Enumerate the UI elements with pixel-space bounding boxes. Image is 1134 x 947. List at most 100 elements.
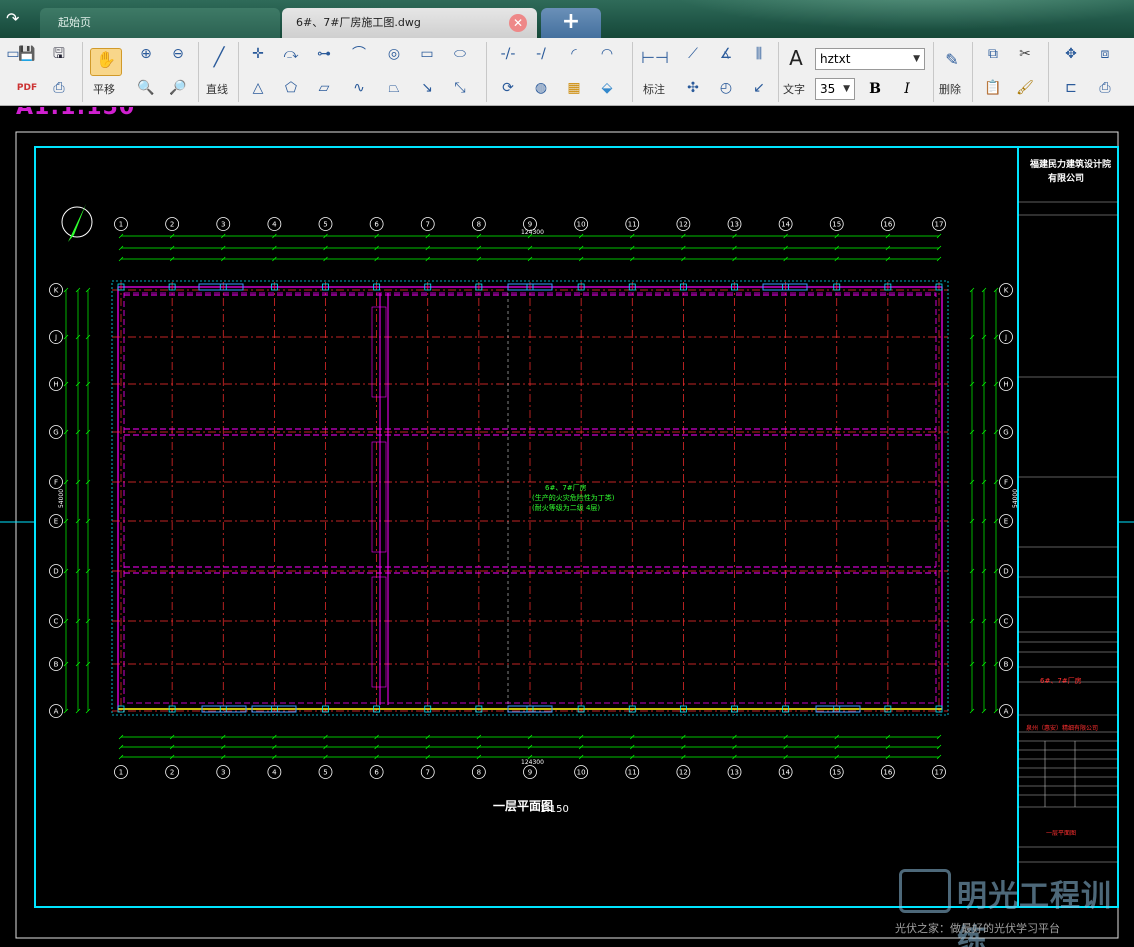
separator	[632, 42, 633, 102]
export-pdf-icon[interactable]: PDF	[14, 76, 40, 100]
save-as-icon[interactable]: 🖫	[46, 42, 72, 66]
pan-icon[interactable]: ✋	[90, 48, 122, 76]
fill-icon[interactable]: ⬙	[594, 76, 620, 100]
line-icon[interactable]: ╱	[206, 46, 232, 70]
grid-bubble-label: 17	[935, 221, 944, 229]
bold-button[interactable]: B	[862, 77, 888, 101]
grid-bubble-label: 9	[528, 221, 532, 229]
leader-icon[interactable]: ↙	[746, 76, 772, 100]
grid-bubbles: 1122334455667788991010111112121313141415…	[49, 217, 1013, 779]
chevron-down-icon: ▼	[913, 54, 920, 64]
stretch-icon[interactable]: ⊏	[1058, 76, 1084, 100]
grid-bubble-label: 14	[781, 221, 790, 229]
owner-name: 泉州（惠安）精细有限公司	[1026, 725, 1099, 732]
redo-icon[interactable]: ↷	[6, 10, 24, 28]
font-select-value: hztxt	[820, 52, 851, 66]
grid-bubble-label: C	[54, 618, 59, 626]
ellipse-icon[interactable]: ⬭	[447, 42, 473, 66]
separator	[972, 42, 973, 102]
zoom-in-icon[interactable]: ⊕	[133, 42, 159, 66]
separator	[933, 42, 934, 102]
ordinate-dimension-icon[interactable]: ✣	[680, 76, 706, 100]
spline-icon[interactable]: ∿	[346, 76, 372, 100]
parallelogram-icon[interactable]: ▱	[311, 76, 337, 100]
total-width-right: 54000	[1012, 488, 1020, 509]
close-tab-icon[interactable]: ✕	[509, 14, 527, 32]
project-name: 6#、7#厂房	[1040, 677, 1082, 685]
eraser-icon[interactable]: ✎	[939, 48, 965, 72]
circle-icon[interactable]: ◎	[381, 42, 407, 66]
grid-bubble-label: A	[1004, 708, 1009, 716]
firm-name-suffix: 有限公司	[1048, 174, 1085, 184]
grid-bubble-label: 10	[577, 769, 586, 777]
grid-bubble-label: 9	[528, 769, 532, 777]
grid-bubble-label: 15	[832, 221, 841, 229]
polygon-icon[interactable]: ⬠	[278, 76, 304, 100]
ray-icon[interactable]: ↘	[414, 76, 440, 100]
sheet-name: 一层平面图	[1046, 830, 1077, 837]
chamfer-icon[interactable]: ◠	[594, 42, 620, 66]
zoom-out-icon[interactable]: ⊖	[165, 42, 191, 66]
grid-bubble-label: A	[54, 708, 59, 716]
tab-bar-background	[614, 0, 1134, 38]
new-tab-button[interactable]: +	[541, 8, 601, 38]
separator	[486, 42, 487, 102]
drawing-canvas[interactable]: A1:1:150 1 1 2 2 3 3 4 4 5 5 6 6 7 7 8 8 9 9 10 10 11 11 12 12 1…	[0, 107, 1134, 947]
size-select-value: 35	[820, 82, 836, 96]
aligned-dimension-icon[interactable]: ⟋	[680, 42, 706, 66]
watermark: 明光工程训练	[895, 865, 1125, 947]
sheet-frame	[34, 146, 1119, 908]
paste-icon[interactable]: 📋	[980, 76, 1006, 100]
fillet-icon[interactable]: ◜	[561, 42, 587, 66]
font-select[interactable]: hztxt ▼	[815, 48, 925, 70]
polyline-icon[interactable]: ⤼	[278, 42, 304, 66]
continuous-dimension-icon[interactable]: ⫼	[746, 42, 772, 66]
triangle-icon[interactable]: △	[245, 76, 271, 100]
point-icon[interactable]: ✛	[245, 42, 271, 66]
extend-icon[interactable]: -/	[528, 42, 554, 66]
hatch-icon[interactable]: ▦	[561, 76, 587, 100]
export-image-icon[interactable]: ⎙	[46, 76, 72, 100]
zoom-window-icon[interactable]: 🔍	[133, 76, 159, 100]
grid-bubble-label: 8	[477, 221, 481, 229]
scale-icon[interactable]: ⧈	[1092, 42, 1118, 66]
offset-icon[interactable]: ◍	[528, 76, 554, 100]
rectangle-icon[interactable]: ▭	[414, 42, 440, 66]
print-icon[interactable]: ⎙	[1092, 76, 1118, 100]
dimension-icon[interactable]: ⊢⊣	[640, 46, 669, 70]
arrow-icon[interactable]: ⤡	[447, 76, 473, 100]
grid-bubble-label: D	[53, 568, 58, 576]
trapezoid-icon[interactable]: ⏢	[381, 76, 407, 100]
text-icon[interactable]: A	[783, 46, 809, 70]
plan-scale: 1:150	[540, 804, 569, 815]
cut-icon[interactable]: ✂	[1012, 42, 1038, 66]
radius-dimension-icon[interactable]: ◴	[713, 76, 739, 100]
grid-bubble-label: 16	[883, 221, 892, 229]
grid-bubble-label: 1	[119, 221, 123, 229]
angular-dimension-icon[interactable]: ∡	[713, 42, 739, 66]
match-properties-icon[interactable]: 🖌	[1012, 76, 1038, 100]
stair-note-box	[371, 441, 387, 553]
copy-icon[interactable]: ⧉	[980, 42, 1006, 66]
text-label: 文字	[783, 83, 805, 96]
grid-bubble-label: E	[1004, 518, 1008, 526]
arc-icon[interactable]: ⌒	[346, 42, 372, 66]
construction-line-icon[interactable]: ⊶	[311, 42, 337, 66]
grid-bubble-label: 7	[426, 221, 430, 229]
italic-button[interactable]: I	[894, 77, 920, 101]
rotate-icon[interactable]: ⟳	[495, 76, 521, 100]
tab-start-page[interactable]: 起始页	[40, 8, 280, 38]
chevron-down-icon: ▼	[843, 84, 850, 94]
delete-label: 删除	[939, 83, 961, 96]
save-icon[interactable]: 💾	[14, 42, 40, 66]
tab-document[interactable]: 6#、7#厂房施工图.dwg ✕	[282, 8, 537, 38]
grid-bubble-label: 12	[679, 221, 688, 229]
zoom-extents-icon[interactable]: 🔎	[165, 76, 191, 100]
separator	[1048, 42, 1049, 102]
grid-bubble-label: 4	[272, 769, 277, 777]
trim-icon[interactable]: -/-	[495, 42, 521, 66]
north-arrow-circle	[61, 206, 93, 238]
grid-bubble-label: F	[1004, 479, 1008, 487]
size-select[interactable]: 35 ▼	[815, 78, 855, 100]
move-icon[interactable]: ✥	[1058, 42, 1084, 66]
